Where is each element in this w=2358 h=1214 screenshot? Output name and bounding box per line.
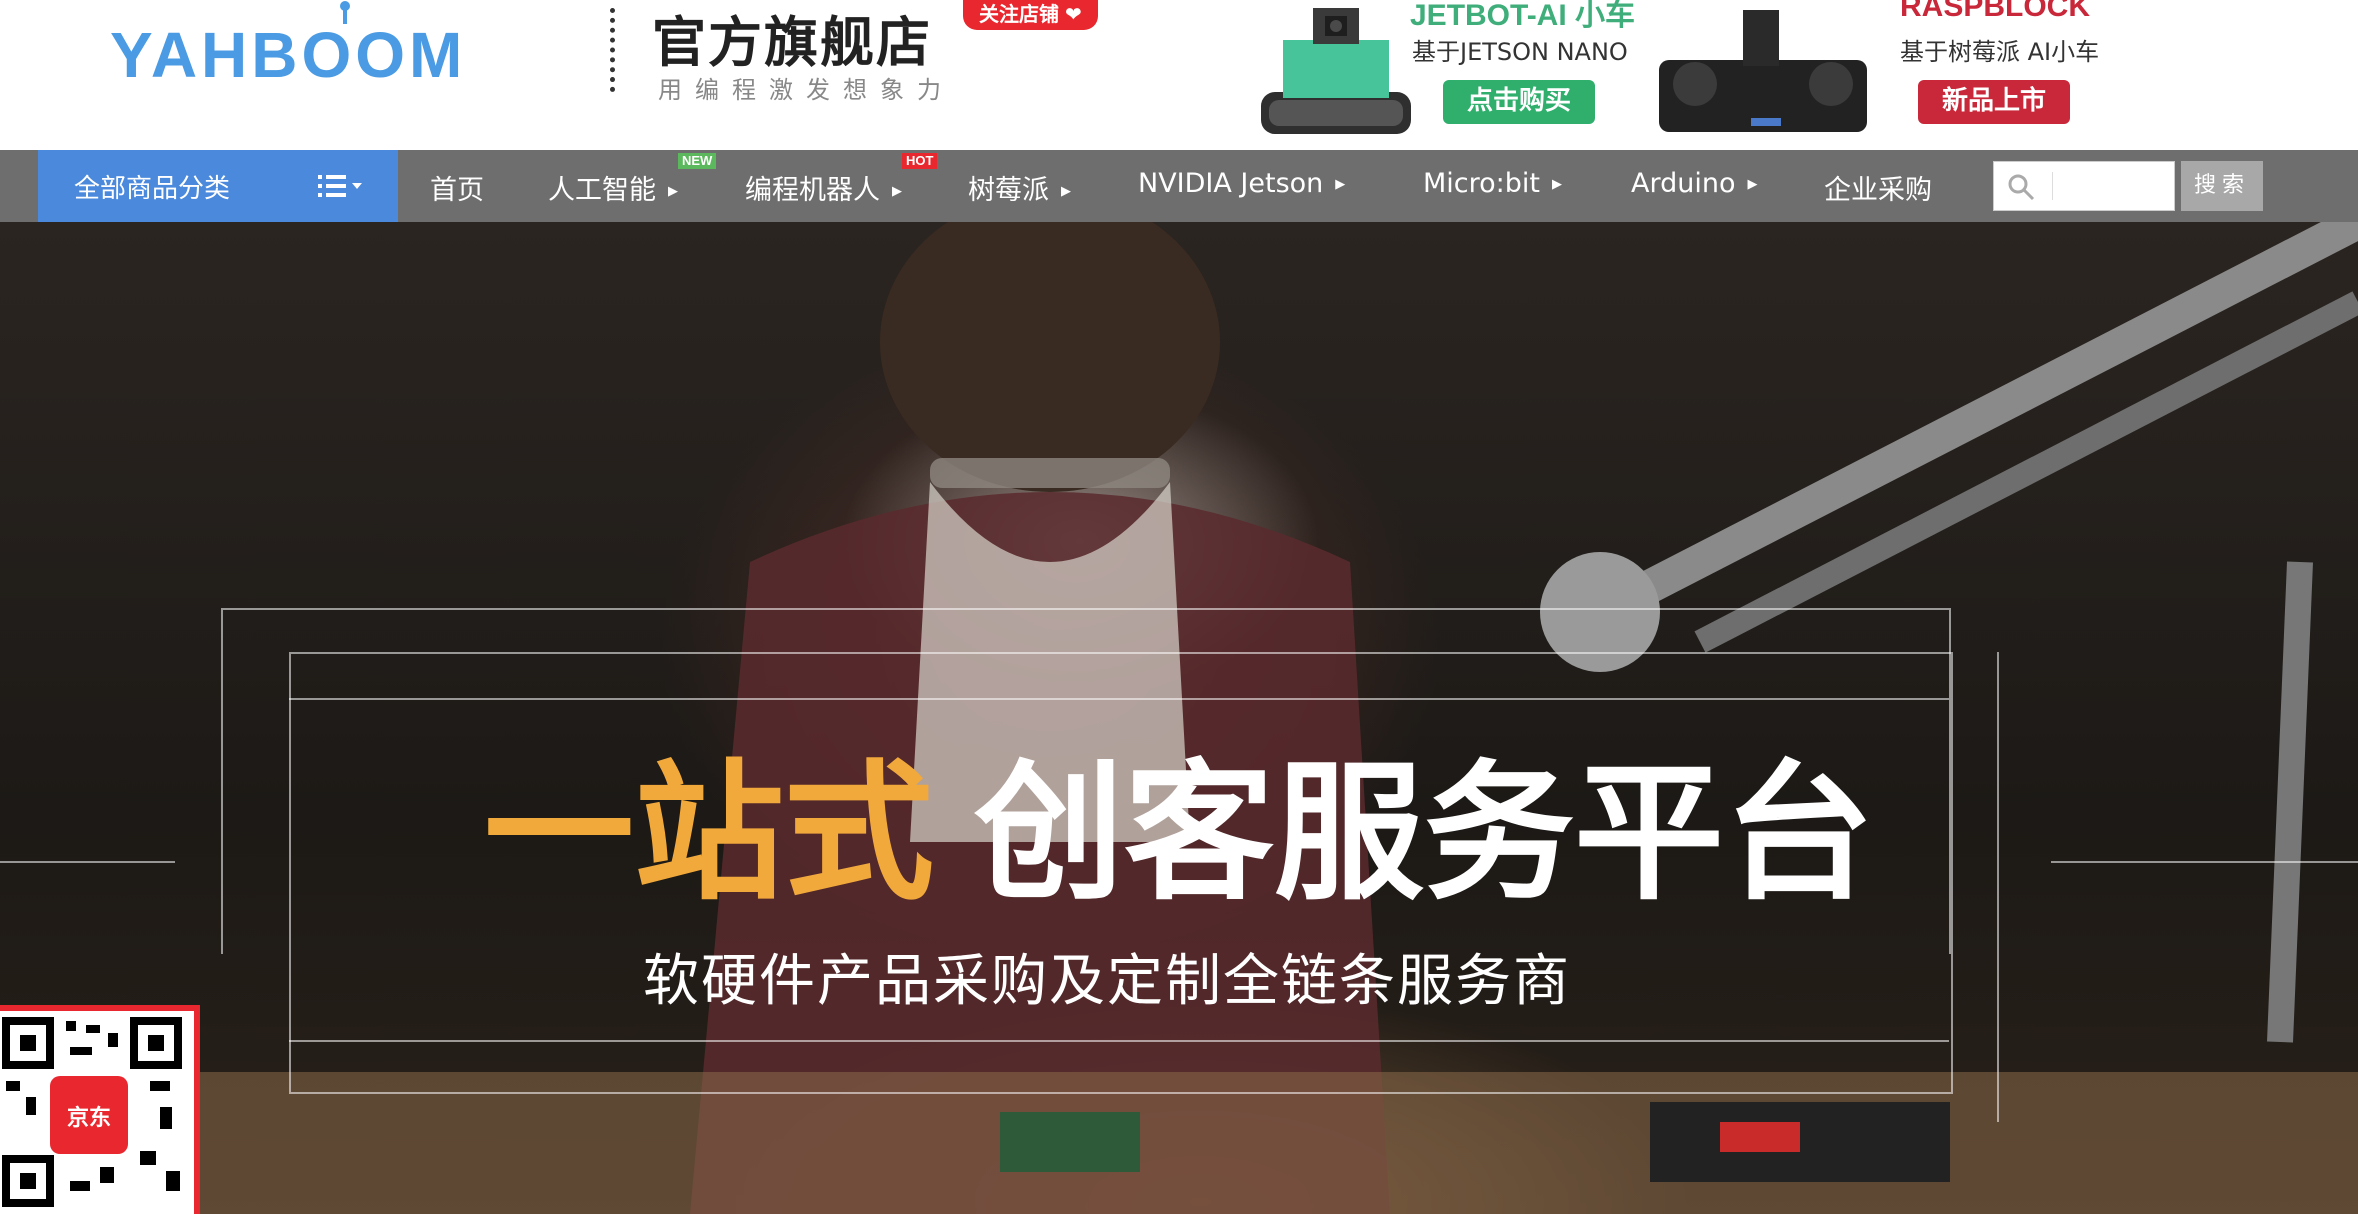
hero-title-rest: 创客服务平台	[974, 747, 1875, 921]
banner-line	[289, 1040, 1949, 1042]
hero-banner[interactable]: 一站式 创客服务平台 软硬件产品采购及定制全链条服务商	[0, 222, 2358, 1214]
hot-tag: HOT	[902, 153, 938, 169]
all-categories-button[interactable]: 全部商品分类	[38, 150, 398, 222]
new-arrival-button[interactable]: 新品上市	[1918, 80, 2071, 124]
all-categories-label: 全部商品分类	[74, 174, 231, 204]
promo-title: JETBOT-AI 小车	[1410, 0, 1636, 32]
nav-item-enterprise[interactable]: 企业采购	[1824, 168, 1932, 207]
buy-now-button[interactable]: 点击购买	[1443, 80, 1596, 124]
promo-jetbot[interactable]: JETBOT-AI 小车 基于JETSON NANO 点击购买	[1255, 0, 1655, 140]
promo-title: RASPBLOCK	[1900, 0, 2091, 23]
promo-subtitle: 基于树莓派 AI小车	[1900, 38, 2100, 66]
heart-icon: ❤	[1065, 2, 1082, 26]
caret-right-icon: ▶	[1335, 177, 1346, 192]
jd-logo: 京东	[50, 1076, 128, 1154]
shop-slogan: 用编程激发想象力	[658, 76, 954, 104]
list-icon	[318, 175, 362, 197]
promo-raspblock[interactable]: RASPBLOCK 基于树莓派 AI小车 新品上市	[1655, 0, 2105, 140]
search-divider	[2052, 172, 2053, 200]
logo-text: YAHBOOM	[110, 19, 467, 91]
follow-label: 关注店铺	[979, 2, 1059, 26]
promo-subtitle: 基于JETSON NANO	[1412, 38, 1628, 66]
follow-store-button[interactable]: 关注店铺 ❤	[963, 0, 1098, 30]
caret-right-icon: ▶	[892, 184, 902, 199]
jetbot-robot-image	[1261, 8, 1411, 134]
search-input[interactable]	[1993, 161, 2175, 211]
logo-antenna-icon	[340, 1, 350, 24]
hero-title-highlight: 一站式	[483, 747, 934, 921]
store-header: YAHBOOM 官方旗舰店 用编程激发想象力 关注店铺 ❤ JETBOT-AI 小…	[0, 0, 2358, 150]
nav-item-raspberry-pi[interactable]: 树莓派 ▶	[968, 168, 1071, 207]
raspblock-robot-image	[1659, 10, 1867, 132]
hero-subtitle: 软硬件产品采购及定制全链条服务商	[643, 949, 1571, 1014]
hero-title: 一站式 创客服务平台	[0, 712, 2358, 929]
caret-right-icon: ▶	[668, 184, 678, 199]
nav-item-microbit[interactable]: Micro:bit ▶	[1423, 168, 1562, 199]
caret-right-icon: ▶	[1552, 177, 1562, 192]
main-nav: 全部商品分类 首页 人工智能 ▶ NEW 编程机器人 ▶ HOT 树莓派 ▶ NVID…	[0, 150, 2358, 222]
caret-right-icon: ▶	[1061, 184, 1071, 199]
caret-right-icon: ▶	[1747, 177, 1758, 192]
nav-item-robots[interactable]: 编程机器人 ▶	[745, 168, 902, 207]
shop-name: 官方旗舰店	[652, 11, 932, 74]
new-tag: NEW	[678, 153, 717, 169]
nav-item-home[interactable]: 首页	[430, 168, 484, 207]
yahboom-logo[interactable]: YAHBOOM	[110, 0, 570, 110]
search-icon	[2008, 174, 2035, 201]
nav-item-arduino[interactable]: Arduino ▶	[1631, 168, 1757, 199]
nav-item-ai[interactable]: 人工智能 ▶	[548, 168, 678, 207]
jd-qr-code[interactable]: 京东	[0, 1005, 200, 1214]
banner-line	[289, 698, 1949, 700]
search-button[interactable]: 搜索	[2181, 161, 2263, 211]
logo-divider	[610, 8, 615, 92]
nav-item-nvidia-jetson[interactable]: NVIDIA Jetson ▶	[1138, 168, 1345, 199]
